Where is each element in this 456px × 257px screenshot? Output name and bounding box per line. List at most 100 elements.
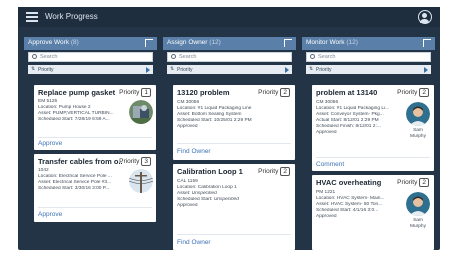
sort-label: Priority	[177, 66, 193, 73]
priority: Priority 1	[119, 88, 151, 97]
search-input[interactable]: Search	[28, 52, 153, 62]
card-asset: Asset: Conveyor System- Pkg...	[316, 112, 384, 117]
priority-badge: 2	[419, 178, 429, 187]
pump-image	[129, 100, 153, 124]
card-asset: Asset: Unspecified	[177, 191, 217, 196]
card-title: problem at 13140	[316, 88, 378, 97]
top-bar: Work Progress	[18, 7, 440, 27]
card-id: EM 5125	[38, 99, 58, 104]
owner-name: Sam Murphy	[410, 128, 426, 139]
card-scheduled-start: Scheduled Start: 4/1/16 3:0...	[316, 208, 379, 213]
work-card[interactable]: Replace pump gasket Priority 1 EM 5125 Lo…	[34, 85, 156, 150]
card-id: CM 30056	[177, 100, 200, 105]
expand-icon[interactable]	[145, 39, 153, 47]
card-asset: Asset: Bottom Sealing System	[177, 112, 242, 117]
find-owner-button[interactable]: Find Owner	[177, 239, 211, 246]
card-location: Location: Electrical Service Pole ...	[38, 174, 112, 179]
column-count: (8)	[70, 39, 79, 46]
sort-label: Priority	[38, 66, 54, 73]
column-title: Monitor Work	[306, 39, 345, 46]
card-location: Location: Pump House 2	[38, 105, 91, 110]
column-count: (12)	[346, 39, 358, 46]
priority-badge: 3	[141, 157, 151, 166]
search-icon	[171, 54, 176, 59]
priority-badge: 2	[280, 88, 290, 97]
work-card[interactable]: HVAC overheating Priority 2 PM 1221 Locat…	[312, 175, 434, 250]
priority-badge: 2	[419, 88, 429, 97]
card-title: Transfer cables from o...	[38, 157, 122, 166]
sort-arrow-icon[interactable]	[146, 66, 150, 73]
priority-badge: 1	[141, 88, 151, 97]
sort-bar[interactable]: ⇅ Priority	[28, 65, 153, 74]
card-id: CM 30066	[316, 100, 339, 105]
user-profile-icon[interactable]	[418, 10, 432, 24]
sort-bar[interactable]: ⇅ Priority	[306, 65, 431, 74]
column-approve-work: Approve Work (8) Search ⇅ Priority	[24, 37, 157, 74]
app-title: Work Progress	[45, 12, 98, 21]
card-status: Approved	[316, 130, 337, 135]
card-scheduled-start: Scheduled Start: Unspecified	[177, 197, 239, 202]
priority: Priority 2	[258, 88, 290, 97]
card-status: Approved	[177, 203, 198, 208]
search-icon	[32, 54, 37, 59]
work-card[interactable]: problem at 13140 Priority 2 CM 30066 Loca…	[312, 85, 434, 171]
column-header: Monitor Work (12)	[302, 37, 435, 50]
card-status: Approved	[316, 214, 337, 219]
column-title: Approve Work	[28, 39, 70, 46]
sort-icon: ⇅	[31, 66, 36, 72]
owner-avatar	[406, 192, 430, 216]
column-count: (12)	[209, 39, 221, 46]
card-id: CAL 1159	[177, 179, 198, 184]
card-title: Calibration Loop 1	[177, 167, 243, 176]
owner-name: Sam Murphy	[410, 218, 426, 229]
card-asset: Asset: Electrical Service Pole #3...	[38, 180, 112, 185]
card-scheduled-start: Scheduled Start: 7/28/19 6:59 A...	[38, 117, 110, 122]
work-card[interactable]: 13120 problem Priority 2 CM 30056 Locatio…	[173, 85, 295, 160]
sort-bar[interactable]: ⇅ Priority	[167, 65, 292, 74]
priority-badge: 2	[280, 167, 290, 176]
search-input[interactable]: Search	[306, 52, 431, 62]
sort-label: Priority	[316, 66, 332, 73]
card-asset: Asset: HVAC System- 50 Ton...	[316, 202, 383, 207]
find-owner-button[interactable]: Find Owner	[177, 148, 211, 155]
card-location: Location: Calibration Loop 1	[177, 185, 237, 190]
approve-button[interactable]: Approve	[38, 140, 62, 147]
search-input[interactable]: Search	[167, 52, 292, 62]
card-status: Approved	[177, 124, 198, 129]
sort-arrow-icon[interactable]	[285, 66, 289, 73]
sort-arrow-icon[interactable]	[424, 66, 428, 73]
card-title: Replace pump gasket	[38, 88, 116, 97]
owner-avatar	[406, 102, 430, 126]
expand-icon[interactable]	[423, 39, 431, 47]
card-title: 13120 problem	[177, 88, 230, 97]
search-icon	[310, 54, 315, 59]
sort-icon: ⇅	[170, 66, 175, 72]
priority: Priority 2	[258, 167, 290, 176]
comment-button[interactable]: Comment	[316, 161, 344, 168]
sort-icon: ⇅	[309, 66, 314, 72]
card-scheduled-finish: Scheduled Finish: 8/12/01 2:...	[316, 124, 381, 129]
card-location: Location: #1 Liquid Packaging Li...	[316, 106, 390, 111]
card-id: 1042	[38, 168, 49, 173]
column-title: Assign Owner	[167, 39, 208, 46]
expand-icon[interactable]	[284, 39, 292, 47]
card-title: HVAC overheating	[316, 178, 382, 187]
card-location: Location: #1 Liquid Packaging Line	[177, 106, 252, 111]
work-card[interactable]: Calibration Loop 1 Priority 2 CAL 1159 Lo…	[173, 164, 295, 250]
priority: Priority 3	[119, 157, 151, 166]
card-asset: Asset: PUMP,VERTICAL TURBIN...	[38, 111, 114, 116]
app-frame: Work Progress Approve Work (8) Search ⇅ …	[18, 7, 440, 250]
work-card[interactable]: Transfer cables from o... Priority 3 1042…	[34, 154, 156, 222]
card-location: Location: HVAC System- Main...	[316, 196, 385, 201]
card-scheduled-start: Scheduled Start: 3/30/16 3:00 P...	[38, 186, 110, 191]
menu-icon[interactable]	[26, 12, 38, 22]
column-monitor-work: Monitor Work (12) Search ⇅ Priority	[302, 37, 435, 74]
pole-image	[129, 169, 153, 193]
card-actual-start: Actual Start: 8/12/01 2:29 PM	[316, 118, 379, 123]
card-scheduled-start: Scheduled Start: 10/25/01 2:29 PM	[177, 118, 252, 123]
priority: Priority 2	[397, 178, 429, 187]
column-header: Assign Owner (12)	[163, 37, 296, 50]
column-header: Approve Work (8)	[24, 37, 157, 50]
approve-button[interactable]: Approve	[38, 211, 62, 218]
column-assign-owner: Assign Owner (12) Search ⇅ Priority	[163, 37, 296, 74]
